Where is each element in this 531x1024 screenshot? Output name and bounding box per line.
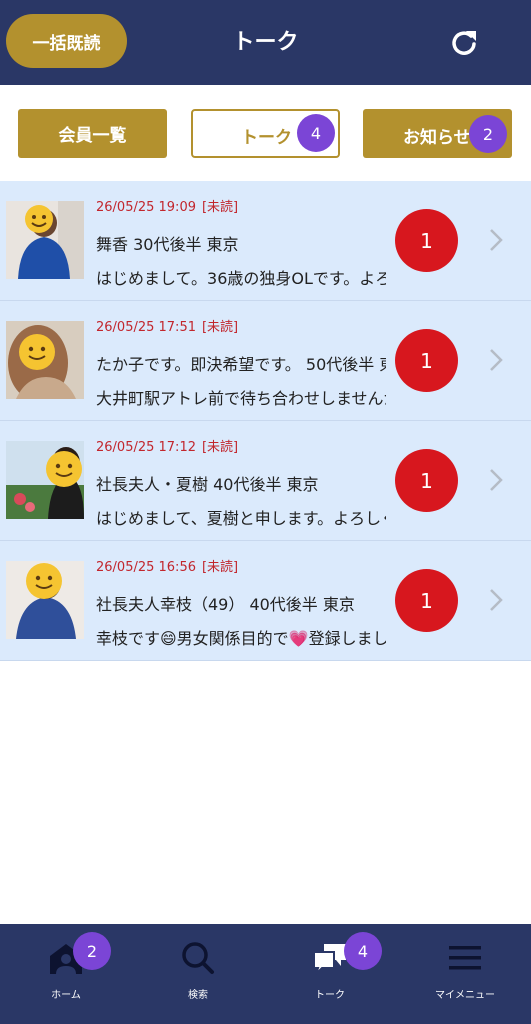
nav-menu-label: マイメニュー (435, 990, 495, 1001)
header: 一括既読 トーク (0, 0, 531, 85)
message-row[interactable]: 26/05/25 17:12 [未読] 社長夫人・夏樹 40代後半 東京 はじめま… (0, 421, 531, 541)
nav-menu[interactable]: マイメニュー (399, 924, 531, 1024)
menu-icon (449, 946, 481, 970)
tab-talk[interactable]: トーク 4 (191, 109, 340, 158)
search-icon (182, 942, 214, 974)
message-meta: 26/05/25 17:12 [未読] (96, 436, 238, 455)
sender-name: 社長夫人幸枝（49） 40代後半 東京 (96, 595, 355, 614)
chevron-right-icon (490, 589, 503, 611)
message-datetime: 26/05/25 17:51 (96, 320, 196, 335)
tab-news-label: お知らせ (403, 128, 471, 148)
app: 一括既読 トーク 会員一覧 トーク 4 お知らせ 2 26/05/25 19:0… (0, 0, 531, 1024)
tab-members[interactable]: 会員一覧 (18, 109, 167, 158)
message-row[interactable]: 26/05/25 19:09 [未読] 舞香 30代後半 東京 はじめまして。36… (0, 181, 531, 301)
tab-news-badge: 2 (469, 115, 507, 153)
message-datetime: 26/05/25 16:56 (96, 560, 196, 575)
sender-name: 舞香 30代後半 東京 (96, 235, 239, 254)
message-list: 26/05/25 19:09 [未読] 舞香 30代後半 東京 はじめまして。36… (0, 181, 531, 661)
tab-talk-badge: 4 (297, 114, 335, 152)
unread-count-badge: 1 (395, 329, 458, 392)
unread-count-badge: 1 (395, 209, 458, 272)
message-preview: 幸枝です😄男女関係目的で💗登録しました (96, 629, 386, 648)
nav-talk-badge: 4 (344, 932, 382, 970)
refresh-icon (452, 31, 476, 55)
message-datetime: 26/05/25 17:12 (96, 440, 196, 455)
sub-tabs: 会員一覧 トーク 4 お知らせ 2 (0, 85, 531, 181)
message-datetime: 26/05/25 19:09 (96, 200, 196, 215)
message-meta: 26/05/25 16:56 [未読] (96, 556, 238, 575)
sender-name: たか子です。即決希望です。 50代後半 東京 (96, 355, 386, 374)
chevron-right-icon (490, 349, 503, 371)
tab-news[interactable]: お知らせ 2 (363, 109, 512, 158)
message-preview: はじめまして、夏樹と申します。よろしくお願いします (96, 509, 386, 528)
message-row[interactable]: 26/05/25 17:51 [未読] たか子です。即決希望です。 50代後半 東… (0, 301, 531, 421)
message-meta: 26/05/25 19:09 [未読] (96, 196, 238, 215)
avatar (6, 321, 84, 399)
message-preview: はじめまして。36歳の独身OLです。よろしくお願いします (96, 269, 386, 288)
unread-count-badge: 1 (395, 449, 458, 512)
unread-label: [未読] (201, 200, 239, 215)
avatar (6, 201, 84, 279)
sender-name: 社長夫人・夏樹 40代後半 東京 (96, 475, 319, 494)
refresh-button[interactable] (444, 22, 484, 62)
nav-home[interactable]: 2 ホーム (0, 924, 132, 1024)
nav-talk-label: トーク (315, 990, 345, 1001)
message-meta: 26/05/25 17:51 [未読] (96, 316, 238, 335)
bottom-nav: 2 ホーム 検索 4 トーク マイメニュー (0, 924, 531, 1024)
chevron-right-icon (490, 469, 503, 491)
unread-label: [未読] (201, 440, 239, 455)
message-row[interactable]: 26/05/25 16:56 [未読] 社長夫人幸枝（49） 40代後半 東京 幸… (0, 541, 531, 661)
nav-home-badge: 2 (73, 932, 111, 970)
avatar (6, 561, 84, 639)
nav-search[interactable]: 検索 (132, 924, 264, 1024)
chevron-right-icon (490, 229, 503, 251)
message-preview: 大井町駅アトレ前で待ち合わせしませんか (96, 389, 386, 408)
nav-search-label: 検索 (188, 990, 208, 1001)
unread-count-badge: 1 (395, 569, 458, 632)
avatar (6, 441, 84, 519)
unread-label: [未読] (201, 560, 239, 575)
nav-home-label: ホーム (51, 990, 81, 1001)
tab-members-label: 会員一覧 (58, 126, 127, 146)
nav-talk[interactable]: 4 トーク (264, 924, 396, 1024)
unread-label: [未読] (201, 320, 239, 335)
tab-talk-label: トーク (241, 128, 292, 148)
